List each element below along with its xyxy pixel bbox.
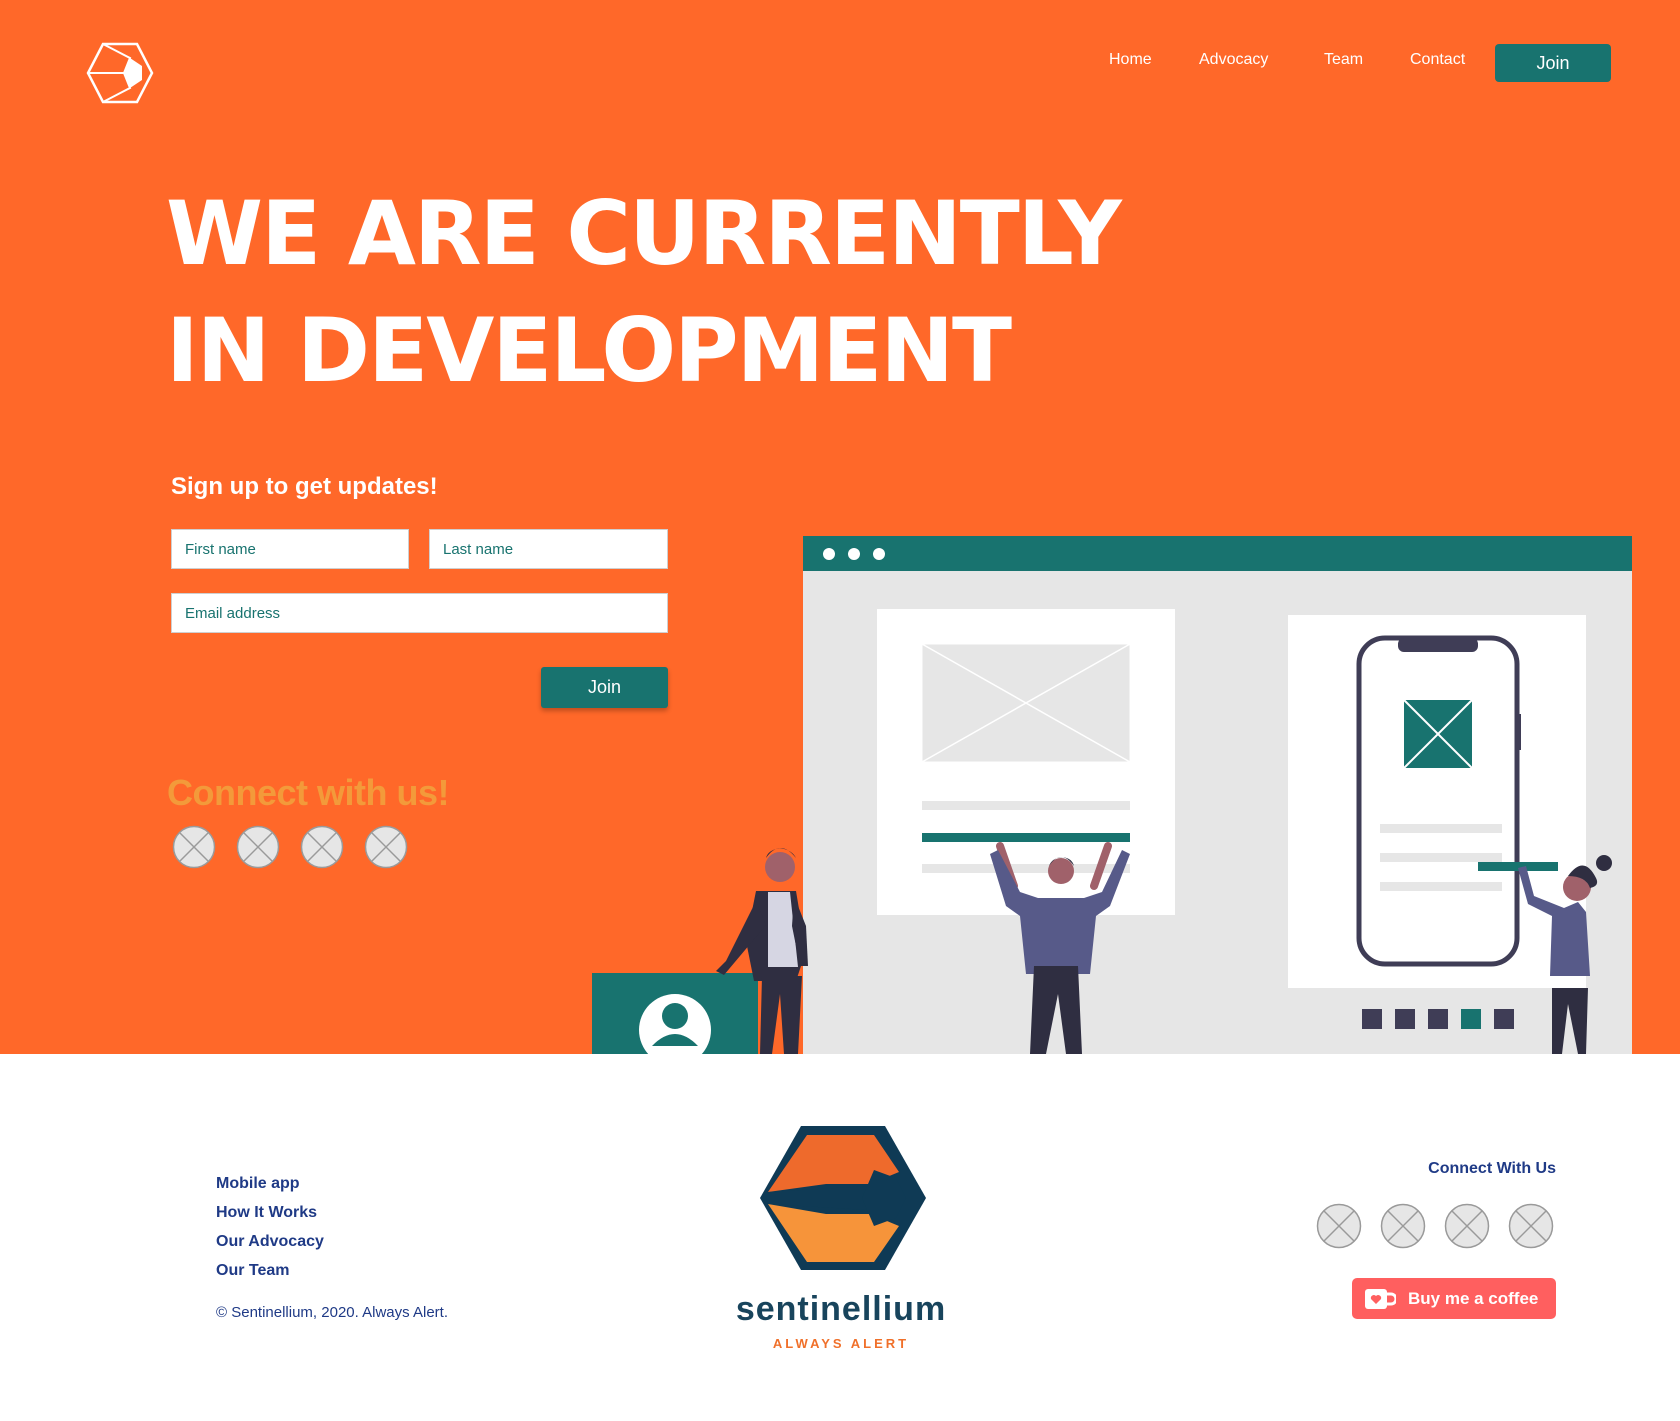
coffee-label: Buy me a coffee [1408, 1288, 1539, 1308]
footer-connect-title: Connect With Us [1428, 1160, 1556, 1177]
hero-illustration [592, 536, 1632, 1054]
nav-team[interactable]: Team [1324, 51, 1363, 69]
social-placeholder-icon[interactable] [236, 825, 280, 869]
connect-title: Connect with us! [167, 772, 450, 813]
social-placeholder-icon[interactable] [300, 825, 344, 869]
social-placeholder-icon[interactable] [1508, 1203, 1554, 1249]
footer-link-our-team[interactable]: Our Team [216, 1262, 290, 1280]
nav-advocacy[interactable]: Advocacy [1199, 51, 1268, 69]
logo-icon[interactable] [86, 42, 154, 104]
footer-link-our-advocacy[interactable]: Our Advocacy [216, 1233, 324, 1251]
signup-title: Sign up to get updates! [171, 473, 438, 500]
sentinellium-logo-icon [760, 1126, 926, 1270]
hero-section: Home Advocacy Team Contact Join WE ARE C… [0, 0, 1680, 1054]
footer-link-how-it-works[interactable]: How It Works [216, 1204, 317, 1222]
buy-me-a-coffee-button[interactable]: Buy me a coffee [1352, 1278, 1556, 1319]
social-placeholder-icon[interactable] [364, 825, 408, 869]
social-placeholder-icon[interactable] [1316, 1203, 1362, 1249]
first-name-field[interactable] [171, 529, 409, 569]
social-placeholder-icon[interactable] [1380, 1203, 1426, 1249]
social-placeholder-icon[interactable] [1444, 1203, 1490, 1249]
social-placeholder-icon[interactable] [172, 825, 216, 869]
brand-name: sentinellium [735, 1290, 947, 1328]
coffee-cup-icon [1365, 1288, 1396, 1309]
nav-home[interactable]: Home [1109, 51, 1152, 69]
copyright-text: © Sentinellium, 2020. Always Alert. [216, 1304, 449, 1321]
brand-tagline: ALWAYS ALERT [772, 1336, 910, 1351]
footer-link-mobile-app[interactable]: Mobile app [216, 1175, 300, 1193]
headline-line-1: WE ARE CURRENTLY [166, 182, 1122, 285]
headline-line-2: IN DEVELOPMENT [166, 299, 1012, 402]
nav-join-button[interactable]: Join [1495, 44, 1611, 82]
nav-contact[interactable]: Contact [1410, 51, 1465, 69]
